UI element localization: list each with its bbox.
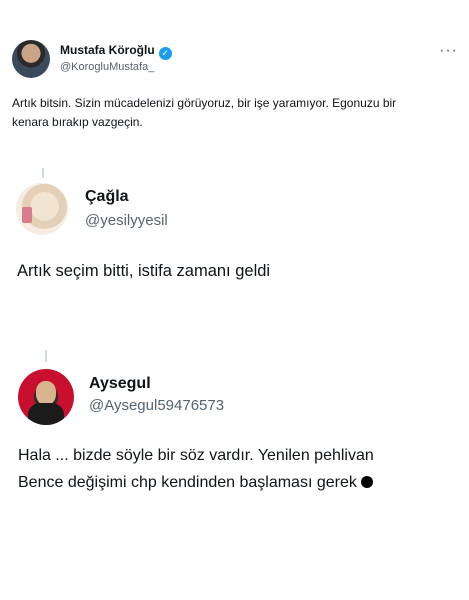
- reply-text: Artık seçim bitti, istifa zamanı geldi: [17, 262, 271, 280]
- more-dots-icon: ···: [439, 42, 458, 59]
- tweet-text-line: kenara bırakıp vazgeçin.: [12, 115, 143, 129]
- tweet-text: Artık bitsin. Sizin mücadelenizi görüyor…: [12, 94, 462, 132]
- thread-line: [45, 350, 47, 362]
- reply-text: Hala ... bizde söyle bir söz vardır. Yen…: [18, 442, 374, 496]
- reply-text-line: Hala ... bizde söyle bir söz vardır. Yen…: [18, 447, 374, 464]
- avatar[interactable]: [12, 40, 50, 78]
- verified-badge-icon: ✓: [158, 47, 172, 60]
- reply-author-handle[interactable]: @Aysegul59476573: [89, 397, 224, 414]
- author-name[interactable]: Mustafa Köroğlu ✓: [60, 43, 172, 60]
- black-circle-icon: [360, 476, 373, 488]
- reply-author-name[interactable]: Çağla: [85, 188, 129, 206]
- thread-line: [42, 168, 44, 178]
- reply-author-name[interactable]: Aysegul: [89, 375, 151, 393]
- tweet-text-line: Artık bitsin. Sizin mücadelenizi görüyor…: [12, 96, 397, 110]
- main-tweet-header: Mustafa Köroğlu ✓ @KorogluMustafa_ ···: [12, 40, 462, 84]
- reply-text-line: Bence değişimi chp kendinden başlaması g…: [18, 469, 374, 496]
- author-name-text[interactable]: Mustafa Köroğlu: [60, 43, 155, 57]
- reply-author-handle[interactable]: @yesilyyesil: [85, 212, 168, 229]
- author-handle[interactable]: @KorogluMustafa_: [60, 61, 154, 73]
- avatar[interactable]: [18, 369, 74, 425]
- avatar[interactable]: [16, 183, 68, 235]
- more-options-button[interactable]: ···: [439, 42, 458, 60]
- reply-text-span: Bence değişimi chp kendinden başlaması g…: [18, 474, 357, 491]
